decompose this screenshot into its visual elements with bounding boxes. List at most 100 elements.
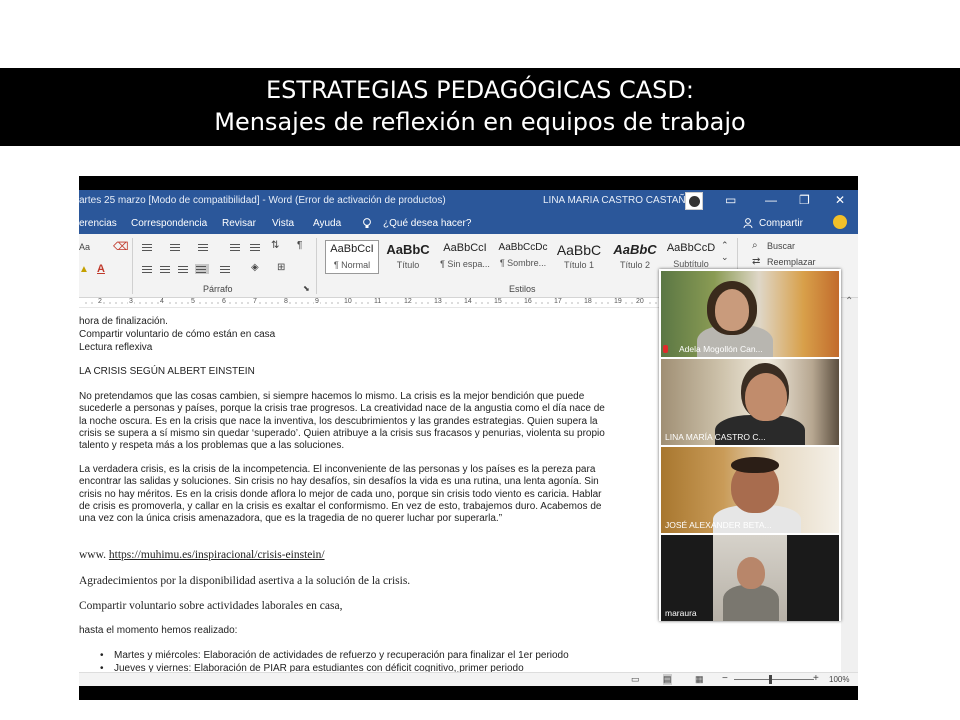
decrease-indent-icon[interactable] [229,242,243,252]
zoom-in-icon[interactable]: + [813,673,819,684]
ruler-number: 3 [128,298,134,305]
smiley-feedback-icon[interactable] [833,215,847,229]
justify-icon[interactable] [195,264,209,274]
participant-name: JOSÉ ALEXANDER BETA... [665,520,772,530]
sort-icon[interactable]: ⇅ [271,240,279,251]
multilevel-list-icon[interactable] [197,242,211,252]
participant-tile[interactable]: Adela Mogollón Can... [661,271,839,357]
restore-button[interactable]: ❐ [799,193,810,207]
doc-line: hasta el momento hemos realizado: [79,625,238,636]
zoom-slider-thumb[interactable] [769,675,772,684]
tab-vista[interactable]: Vista [272,218,294,229]
close-button[interactable]: ✕ [835,193,845,207]
ruler-number: 11 [373,298,383,305]
ribbon-display-options-icon[interactable]: ▭ [725,193,736,207]
participant-tile[interactable]: JOSÉ ALEXANDER BETA... [661,447,839,533]
find-button[interactable]: Buscar [767,241,795,251]
ruler-number: 10 [343,298,353,305]
ruler-number: 6 [221,298,227,305]
tab-revisar[interactable]: Revisar [222,218,256,229]
ruler-ticks [83,302,660,304]
ruler-number: 17 [553,298,563,305]
participant-face [715,289,749,331]
style-name: Título 1 [563,260,594,270]
tab-ayuda[interactable]: Ayuda [313,218,341,229]
align-right-icon[interactable] [177,264,191,274]
tell-me-search[interactable]: ¿Qué desea hacer? [383,218,471,229]
style-name: ¶ Normal [333,260,371,270]
bullets-icon[interactable] [141,242,155,252]
participant-face [737,557,765,589]
avatar[interactable] [685,192,703,210]
tab-correspondencia[interactable]: Correspondencia [131,218,207,229]
zoom-out-icon[interactable]: − [722,673,728,684]
print-layout-icon[interactable]: ▤ [663,674,672,685]
document-page[interactable]: hora de finalización. Compartir voluntar… [79,308,659,672]
participant-name: Adela Mogollón Can... [679,344,763,354]
styles-scroll-up-icon[interactable]: ⌃ [721,240,729,251]
ruler[interactable]: 2 3 4 5 6 7 8 9 10 11 12 13 14 15 16 17 … [79,298,660,308]
replace-button[interactable]: Reemplazar [767,257,816,267]
slide-title-line1: ESTRATEGIAS PEDAGÓGICAS CASD: [266,76,694,104]
read-mode-icon[interactable]: ▭ [631,674,640,685]
participant-tile[interactable]: maraura [661,535,839,621]
clear-format-icon[interactable]: ⌫ [113,240,129,253]
borders-icon[interactable]: ⊞ [277,262,285,273]
style-name: Subtítulo [673,259,709,269]
align-left-icon[interactable] [141,264,155,274]
participant-name: LINA MARÍA CASTRO C... [665,432,766,442]
zoom-level[interactable]: 100% [829,675,849,684]
source-link[interactable]: https://muhimu.es/inspiracional/crisis-e… [109,549,325,561]
style-titulo-1[interactable]: AaBbC Título 1 [553,240,605,274]
style-preview: AaBbCcI [443,242,487,254]
style-preview: AaBbCcD [666,242,716,254]
group-label-styles: Estilos [509,284,536,294]
search-icon[interactable]: ⌕ [752,240,758,251]
doc-bullet: Martes y miércoles: Elaboración de activ… [100,650,634,663]
font-color-icon[interactable]: A [97,263,105,275]
line-spacing-icon[interactable] [219,264,233,274]
tab-referencias[interactable]: erencias [79,218,117,229]
share-button[interactable]: Compartir [759,218,803,229]
ruler-number: 4 [159,298,165,305]
pilcrow-icon[interactable]: ¶ [297,240,302,251]
doc-source: www. https://muhimu.es/inspiracional/cri… [79,549,627,561]
style-name: ¶ Sombre... [499,258,547,268]
numbering-icon[interactable] [169,242,183,252]
doc-line: Agradecimientos por la disponibilidad as… [79,575,411,587]
styles-scroll-down-icon[interactable]: ⌄ [721,252,729,263]
paragraph-dialog-launcher-icon[interactable]: ⬊ [303,284,310,293]
style-sin-espaciado[interactable]: AaBbCcI ¶ Sin espa... [437,240,493,274]
doc-line: Lectura reflexiva [79,342,153,353]
style-preview: AaBbCcI [330,243,374,255]
style-preview: AaBbC [613,242,657,257]
style-sombreado[interactable]: AaBbCcDc ¶ Sombre... [495,240,551,274]
ruler-number: 8 [283,298,289,305]
increase-indent-icon[interactable] [249,242,263,252]
replace-icon[interactable]: ⇄ [752,256,760,267]
participant-body [723,585,779,621]
highlight-icon[interactable]: ▲ [79,264,89,275]
ruler-number: 15 [493,298,503,305]
web-layout-icon[interactable]: ▦ [695,674,704,685]
person-icon [743,218,753,231]
style-normal[interactable]: AaBbCcI ¶ Normal [325,240,379,274]
font-size-button[interactable]: Aa [79,242,90,252]
separator [132,238,133,294]
style-preview: AaBbC [386,242,430,257]
participant-name: maraura [665,608,697,618]
style-titulo[interactable]: AaBbC Título [381,240,435,274]
minimize-button[interactable]: — [765,193,777,207]
align-center-icon[interactable] [159,264,173,274]
ruler-number: 12 [403,298,413,305]
doc-paragraph: No pretendamos que las cosas cambien, si… [79,391,605,452]
style-titulo-2[interactable]: AaBbC Título 2 [607,240,663,274]
zoom-slider[interactable] [734,679,814,680]
ruler-number: 7 [252,298,258,305]
lightbulb-icon[interactable] [362,218,372,232]
vertical-scrollbar[interactable] [841,296,858,672]
shading-icon[interactable]: ◈ [251,262,259,273]
account-name[interactable]: LINA MARIA CASTRO CASTAÑO [543,195,693,206]
participant-tile[interactable]: LINA MARÍA CASTRO C... [661,359,839,445]
doc-line: hora de finalización. [79,316,168,327]
